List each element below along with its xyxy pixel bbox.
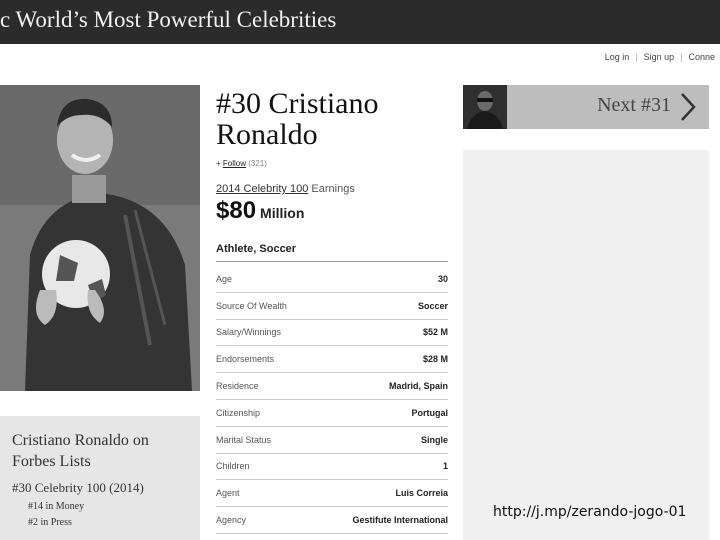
stat-value: Portugal <box>411 407 448 418</box>
next-label: Next #31 <box>597 94 671 116</box>
follow-count: (321) <box>248 159 267 168</box>
earnings-label-text: Earnings <box>311 183 355 195</box>
chevron-right-icon <box>681 93 696 121</box>
stats-table: Age 30 Source Of Wealth Soccer Salary/Winn… <box>216 266 448 534</box>
next-celebrity-thumbnail-illustration <box>463 85 507 129</box>
stat-row: Citizenship Portugal <box>216 400 448 427</box>
overlay-short-url: http://j.mp/zerando-jogo-01 <box>493 504 687 520</box>
celebrity-photo <box>0 85 200 391</box>
stat-label: Citizenship <box>216 407 261 418</box>
stat-label: Residence <box>216 381 259 392</box>
stat-value: Single <box>420 434 448 445</box>
earnings-amount: $80 <box>216 197 257 224</box>
follow-prefix: + <box>216 159 221 168</box>
connect-link[interactable]: Conne <box>688 52 715 62</box>
next-celebrity-link[interactable]: Next #31 <box>463 85 709 129</box>
list-sub-rank-money[interactable]: #14 in Money <box>28 501 200 512</box>
profile-panel: #30 Cristiano Ronaldo + Follow (321) 201… <box>216 88 448 534</box>
site-banner: c World’s Most Powerful Celebrities <box>0 0 720 44</box>
stat-label: Endorsements <box>216 354 275 365</box>
stat-label: Age <box>216 273 233 284</box>
stat-value: Gestifute International <box>352 515 448 526</box>
stat-value: Soccer <box>417 300 448 311</box>
list-sub-rank-press[interactable]: #2 in Press <box>28 517 200 528</box>
celebrity-100-link[interactable]: 2014 Celebrity 100 <box>216 183 308 195</box>
stat-row: Children 1 <box>216 454 448 481</box>
earnings-unit: Million <box>260 205 305 221</box>
stat-label: Children <box>216 461 250 472</box>
stat-row: Age 30 <box>216 266 448 293</box>
stat-value: 1 <box>442 461 448 472</box>
list-rank-link[interactable]: #30 Celebrity 100 (2014) <box>12 480 200 496</box>
login-link[interactable]: Log in <box>605 52 630 62</box>
forbes-lists-box: Cristiano Ronaldo on Forbes Lists #30 Ce… <box>0 416 200 540</box>
stat-label: Agency <box>216 515 247 526</box>
separator: | <box>680 52 683 62</box>
celebrity-name-line2: Ronaldo <box>216 118 318 151</box>
celebrity-name: #30 Cristiano Ronaldo <box>216 88 448 150</box>
stat-row: Endorsements $28 M <box>216 346 448 374</box>
stat-row: Salary/Winnings $52 M <box>216 320 448 347</box>
earnings-row: $80 Million <box>216 197 448 225</box>
ad-placeholder <box>463 150 709 540</box>
earnings-label: 2014 Celebrity 100 Earnings <box>216 183 448 195</box>
stat-value: $28 M <box>422 354 448 365</box>
lists-title: Cristiano Ronaldo on Forbes Lists <box>12 430 200 472</box>
celebrity-photo-illustration <box>0 85 200 391</box>
stat-label: Salary/Winnings <box>216 327 282 338</box>
celebrity-name-line1: #30 Cristiano <box>216 87 379 120</box>
stat-value: $52 M <box>422 327 448 338</box>
stat-row: Agency Gestifute International <box>216 507 448 534</box>
stat-row: Source Of Wealth Soccer <box>216 293 448 320</box>
stat-value: Luis Correia <box>395 488 448 499</box>
signup-link[interactable]: Sign up <box>644 52 675 62</box>
stat-label: Agent <box>216 488 240 499</box>
next-celebrity-thumbnail <box>463 85 507 129</box>
stat-value: Madrid, Spain <box>388 381 448 392</box>
category-heading: Athlete, Soccer <box>216 243 448 262</box>
stat-row: Residence Madrid, Spain <box>216 373 448 400</box>
stat-row: Marital Status Single <box>216 427 448 454</box>
stat-label: Marital Status <box>216 434 272 445</box>
account-links: Log in | Sign up | Conne <box>600 52 720 62</box>
follow-row: + Follow (321) <box>216 159 448 168</box>
stat-label: Source Of Wealth <box>216 300 287 311</box>
stat-row: Agent Luis Correia <box>216 480 448 508</box>
separator: | <box>635 52 638 62</box>
list-title: c World’s Most Powerful Celebrities <box>0 7 337 32</box>
lists-title-line1: Cristiano Ronaldo on <box>12 432 149 449</box>
stat-value: 30 <box>437 273 448 284</box>
lists-title-line2: Forbes Lists <box>12 453 91 470</box>
follow-button[interactable]: Follow <box>223 159 246 168</box>
